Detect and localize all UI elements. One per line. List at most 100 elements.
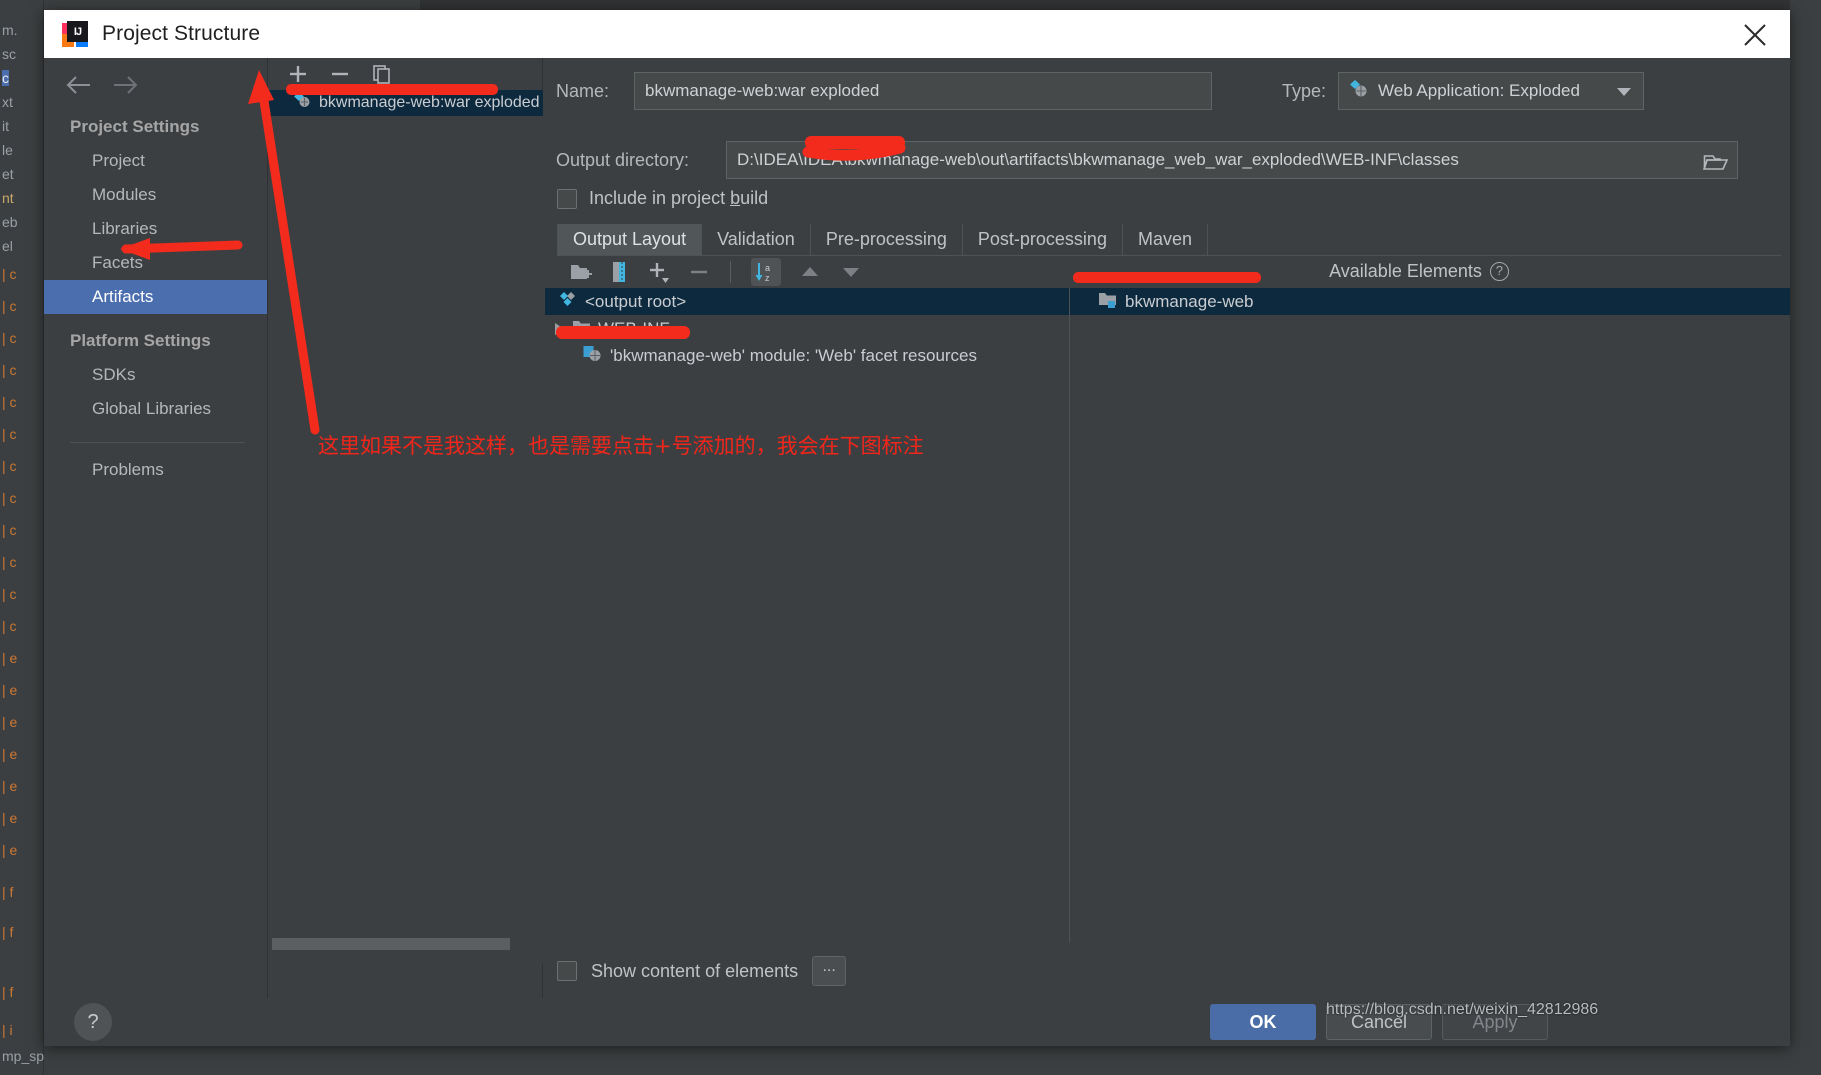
sidebar-item-sdks[interactable]: SDKs [44,358,267,392]
output-layout-tree[interactable]: <output root> WEB-INF 'bkwmanage-web' mo… [545,288,1069,943]
name-input[interactable]: bkwmanage-web:war exploded [634,72,1212,110]
ok-button[interactable]: OK [1210,1004,1316,1040]
intellij-idea-logo-icon: IJ [62,21,88,47]
available-elements-label: Available Elements [1329,261,1482,281]
background-code-line: | c [2,490,17,506]
ide-background-editor-gutter: m. sc c xt it le et nt eb el | c | c | c | c | c | c | c… [0,0,44,1075]
ide-background-right-gutter [1790,0,1821,1075]
background-code-line: xt [2,94,13,110]
type-label: Type: [1282,80,1327,101]
copy-artifact-button[interactable] [371,63,393,85]
include-in-project-build-label: Include in project build [589,188,769,208]
nav-history-controls [44,58,267,100]
create-directory-button[interactable] [569,261,593,283]
watermark: https://blog.csdn.net/weixin_42812986 [1326,1001,1599,1018]
background-code-line: | f [2,884,14,900]
type-select[interactable]: Web Application: Exploded [1338,72,1644,110]
dialog-title: Project Structure [102,22,261,45]
tree-row-label: WEB-INF [598,318,670,338]
tab-pre-processing[interactable]: Pre-processing [811,224,963,255]
toolbar-divider [730,261,731,283]
tab-maven[interactable]: Maven [1123,224,1208,255]
add-artifact-button[interactable] [287,63,309,85]
settings-sidebar: Project Settings Project Modules Librari… [44,58,268,998]
background-code-line: et [2,166,14,182]
type-value: Web Application: Exploded [1378,81,1580,100]
close-icon[interactable] [1742,22,1768,48]
show-content-checkbox[interactable] [557,961,577,981]
create-archive-button[interactable] [610,260,630,284]
artifacts-tree[interactable]: bkwmanage-web:war exploded [269,90,543,964]
module-facet-icon [583,344,603,368]
artifact-details-pane: Name: bkwmanage-web:war exploded Type: W… [544,58,1790,998]
chevron-right-icon[interactable] [555,322,564,335]
svg-text:a: a [765,263,770,273]
background-code-line: | c [2,394,17,410]
name-label: Name: [556,80,610,101]
checkbox-box[interactable] [557,188,577,209]
background-code-line: | c [2,586,17,602]
add-copy-button[interactable] [647,260,671,284]
output-directory-input[interactable]: D:\IDEA\IDEA\bkwmanage-web\out\artifacts… [726,141,1738,179]
sidebar-item-facets[interactable]: Facets [44,246,267,280]
chevron-down-icon[interactable] [1617,88,1631,96]
sidebar-item-project[interactable]: Project [44,144,267,178]
tree-row-label: <output root> [585,291,687,311]
tab-output-layout[interactable]: Output Layout [557,224,703,255]
available-elements-tree[interactable]: bkwmanage-web [1069,288,1790,943]
sidebar-item-modules[interactable]: Modules [44,178,267,212]
name-row: Name: bkwmanage-web:war exploded Type: W… [556,72,1781,110]
background-code-line: | e [2,714,18,730]
background-code-line: le [2,142,13,158]
folder-open-icon[interactable] [1702,150,1729,178]
help-icon[interactable]: ? [1489,262,1509,281]
sidebar-item-global-libraries[interactable]: Global Libraries [44,392,267,426]
tab-post-processing[interactable]: Post-processing [963,224,1123,255]
background-code-line: eb [2,214,18,230]
background-code-line: | f [2,984,14,1000]
dialog-titlebar: IJ Project Structure [44,10,1790,58]
arrow-up-icon[interactable] [798,262,822,282]
available-elements-header: Available Elements ? [1069,261,1769,282]
background-code-line: mp_sp [2,1048,45,1064]
artifacts-hscrollbar-thumb[interactable] [272,938,510,950]
sidebar-item-artifacts[interactable]: Artifacts [44,280,267,314]
background-code-line: | e [2,746,18,762]
tree-row-label: bkwmanage-web [1125,291,1254,311]
artifact-icon [293,91,312,115]
background-code-line: | e [2,842,18,858]
background-code-line: | c [2,458,17,474]
background-code-line: | c [2,522,17,538]
background-code-line: it [2,118,9,134]
list-item[interactable]: bkwmanage-web:war exploded [269,90,543,116]
artifacts-list-panel: bkwmanage-web:war exploded [269,58,543,998]
more-options-button[interactable]: ... [812,956,847,986]
artifact-label: bkwmanage-web:war exploded [319,94,540,111]
include-in-project-build-checkbox[interactable]: Include in project build [557,188,768,209]
back-arrow-icon[interactable] [64,70,94,100]
forward-arrow-icon[interactable] [110,70,140,100]
help-button[interactable]: ? [74,1003,112,1041]
tree-row[interactable]: WEB-INF [545,315,1069,342]
background-code-line: | e [2,650,18,666]
background-code-line: | f [2,924,14,940]
background-code-line: | c [2,426,17,442]
remove-element-button[interactable] [688,261,710,283]
background-code-line: c [2,70,9,86]
sidebar-item-libraries[interactable]: Libraries [44,212,267,246]
background-code-line: | c [2,330,17,346]
artifacts-toolbar [269,58,542,90]
artifacts-hscrollbar[interactable] [271,938,541,950]
sort-az-icon[interactable]: a z [751,258,781,286]
background-code-line: | c [2,554,17,570]
tree-row[interactable]: <output root> [545,288,1069,315]
tree-row[interactable]: bkwmanage-web [1070,288,1790,315]
arrow-down-icon[interactable] [839,262,863,282]
remove-artifact-button[interactable] [329,63,351,85]
sidebar-item-problems[interactable]: Problems [44,453,267,487]
tab-validation[interactable]: Validation [702,224,811,255]
tree-row[interactable]: 'bkwmanage-web' module: 'Web' facet reso… [545,342,1069,369]
details-tabs: Output Layout Validation Pre-processing … [557,224,1781,256]
dialog-body: Project Settings Project Modules Librari… [44,58,1790,998]
output-directory-row: Output directory: D:\IDEA\IDEA\bkwmanage… [556,141,1781,179]
